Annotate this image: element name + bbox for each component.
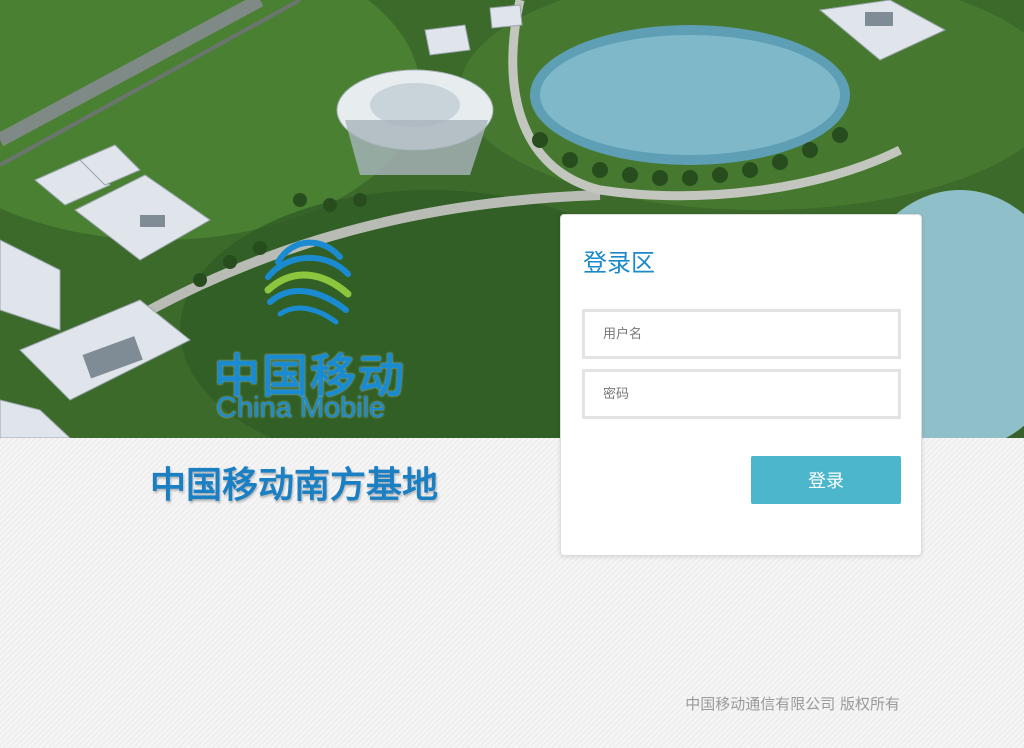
china-mobile-logo-icon xyxy=(258,232,358,328)
login-button[interactable]: 登录 xyxy=(751,456,901,504)
username-input[interactable] xyxy=(582,309,901,359)
site-title: 中国移动南方基地 xyxy=(150,465,439,506)
login-title: 登录区 xyxy=(583,249,655,277)
logo-english-text: China Mobile xyxy=(216,392,386,424)
login-panel: 登录区 登录 xyxy=(560,214,922,556)
password-input[interactable] xyxy=(582,369,901,419)
copyright-text: 中国移动通信有限公司 版权所有 xyxy=(685,695,900,713)
